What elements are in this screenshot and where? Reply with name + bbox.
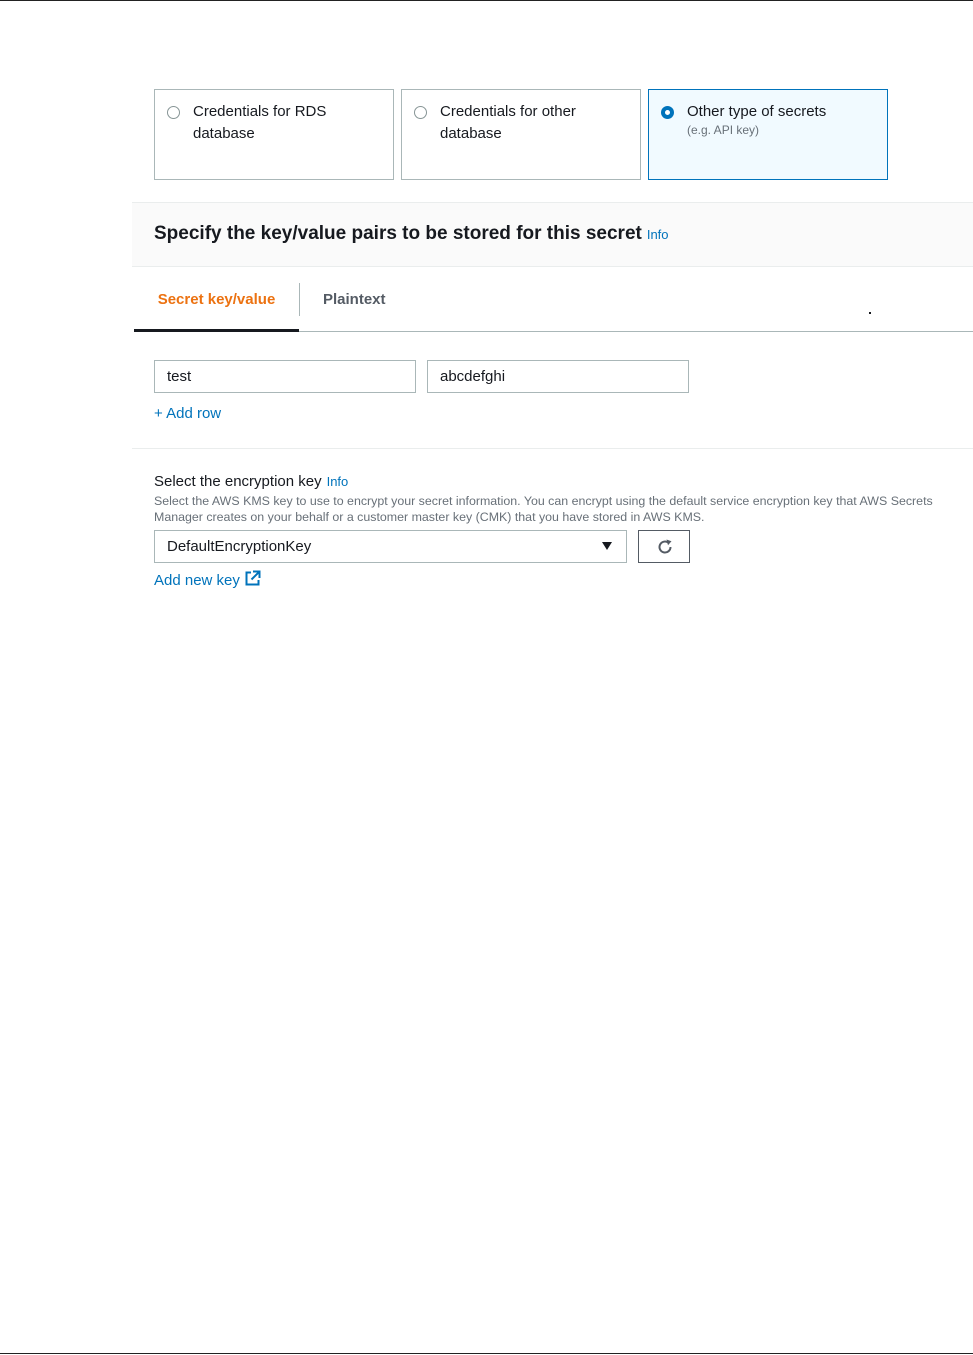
refresh-keys-button[interactable] [638, 530, 690, 563]
tab-divider [299, 283, 300, 316]
tab-secret-key-value[interactable]: Secret key/value [134, 268, 299, 332]
encryption-key-select[interactable]: DefaultEncryptionKey [154, 530, 627, 563]
radio-card-other-secrets[interactable]: Other type of secrets (e.g. API key) [648, 89, 888, 180]
radio-card-label: Credentials for other database [440, 103, 576, 142]
caret-down-icon [602, 542, 612, 550]
add-row-link[interactable]: + Add row [154, 405, 221, 422]
encryption-key-label: Select the encryption key Info [154, 473, 348, 490]
secret-value-input[interactable] [427, 360, 689, 393]
radio-button-rds[interactable] [167, 106, 180, 119]
refresh-icon [658, 539, 672, 554]
section-info-link[interactable]: Info [647, 227, 669, 242]
radio-button-other-secrets[interactable] [661, 106, 674, 119]
section-header: Specify the key/value pairs to be stored… [132, 202, 973, 267]
secret-value-tabs: Secret key/value Plaintext [134, 268, 973, 332]
encryption-info-link[interactable]: Info [327, 474, 349, 489]
add-new-key-label: Add new key [154, 572, 240, 589]
radio-card-label: Credentials for RDS database [193, 103, 327, 142]
bottom-divider [0, 1353, 973, 1354]
section-title-text: Specify the key/value pairs to be stored… [154, 223, 642, 244]
radio-button-other-database[interactable] [414, 106, 427, 119]
secret-key-input[interactable] [154, 360, 416, 393]
external-link-icon [245, 570, 261, 586]
radio-card-sublabel: (e.g. API key) [687, 123, 760, 137]
radio-card-rds-credentials[interactable]: Credentials for RDS database [154, 89, 394, 180]
top-divider [0, 0, 973, 1]
encryption-key-selected-value: DefaultEncryptionKey [167, 538, 312, 555]
radio-card-label: Other type of secrets [687, 103, 827, 120]
radio-card-other-database-credentials[interactable]: Credentials for other database [401, 89, 641, 180]
add-new-key-link[interactable]: Add new key [154, 570, 261, 589]
encryption-key-label-text: Select the encryption key [154, 473, 322, 490]
section-title: Specify the key/value pairs to be stored… [154, 223, 669, 245]
encryption-key-description: Select the AWS KMS key to use to encrypt… [154, 494, 933, 524]
page: Credentials for RDS database Credentials… [0, 0, 973, 1355]
section-divider [132, 448, 973, 449]
stray-dot [869, 312, 871, 314]
tab-plaintext[interactable]: Plaintext [323, 268, 386, 331]
